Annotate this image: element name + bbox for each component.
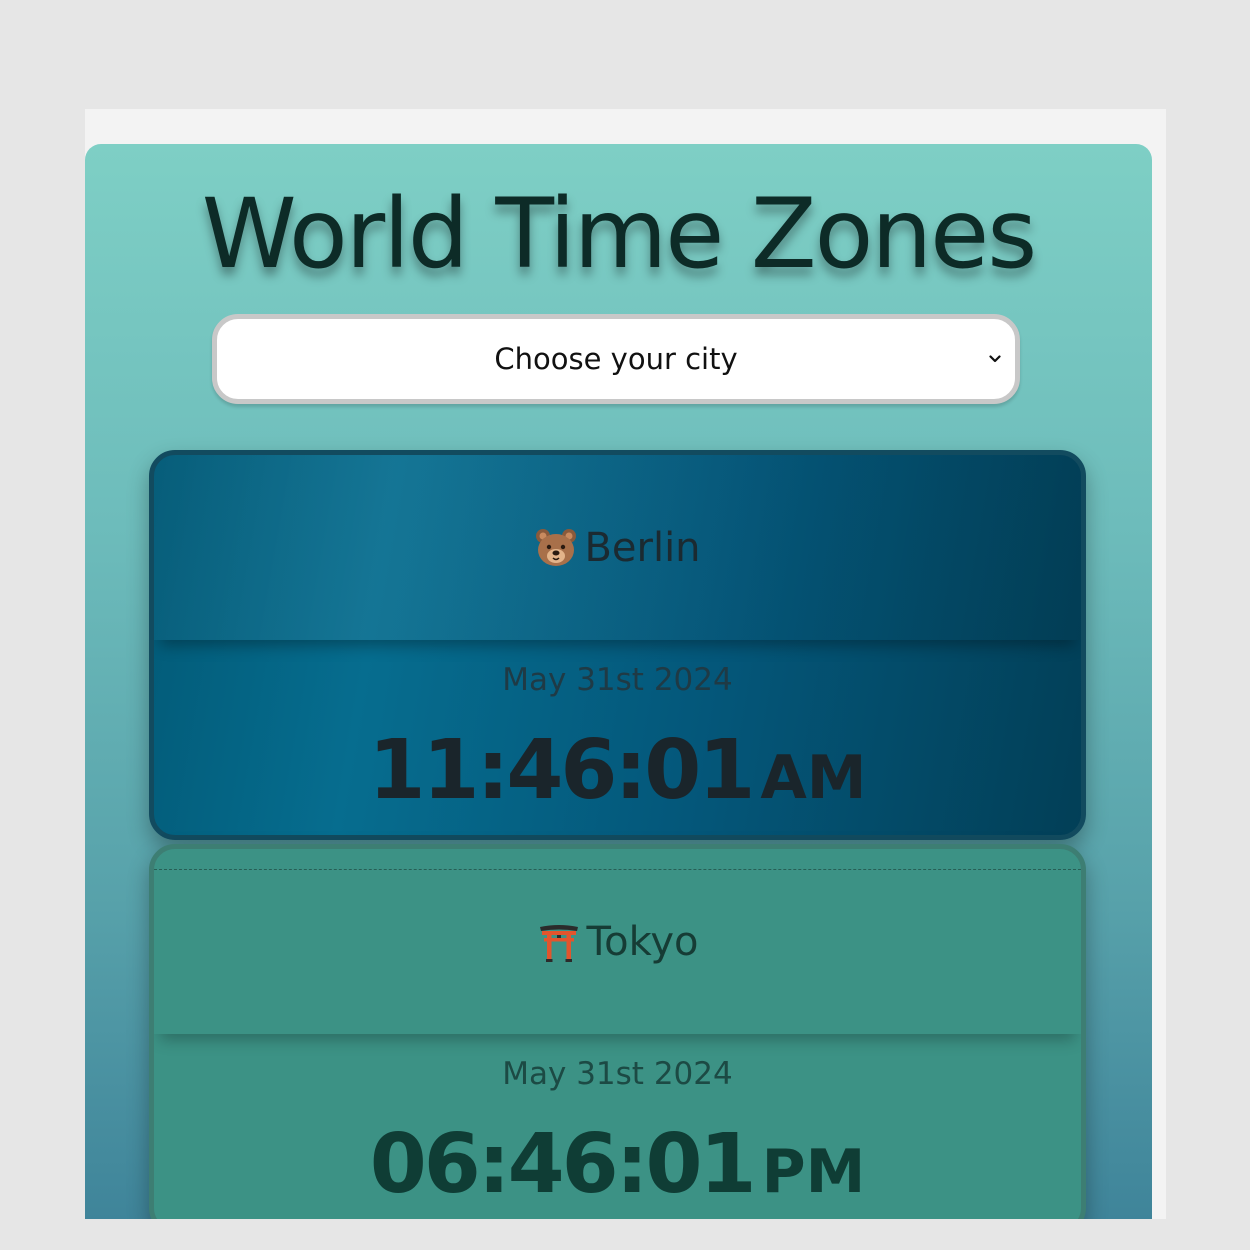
time-ampm: PM xyxy=(761,1137,866,1207)
city-name: Tokyo xyxy=(586,918,699,965)
card-header: Tokyo xyxy=(154,849,1081,1034)
card-header: Berlin xyxy=(154,455,1081,640)
torii-gate-icon xyxy=(539,924,578,962)
time-ampm: AM xyxy=(760,743,867,813)
city-name: Berlin xyxy=(584,524,701,571)
time-digits: 11:46:01 xyxy=(368,723,755,818)
page-title: World Time Zones xyxy=(201,178,1038,290)
city-time: 11:46:01 AM xyxy=(154,723,1081,818)
city-card-berlin[interactable]: Berlin May 31st 2024 11:46:01 AM xyxy=(149,450,1086,840)
time-digits: 06:46:01 xyxy=(369,1117,757,1212)
bear-face-icon xyxy=(536,528,577,566)
city-card-tokyo[interactable]: Tokyo May 31st 2024 06:46:01 PM xyxy=(149,844,1086,1219)
app-panel: World Time Zones Choose your city Berlin… xyxy=(85,144,1152,1219)
city-select-value: Choose your city xyxy=(494,342,738,376)
city-select-dropdown[interactable]: Choose your city xyxy=(212,314,1020,404)
city-date: May 31st 2024 xyxy=(502,1056,733,1092)
city-time: 06:46:01 PM xyxy=(154,1117,1081,1212)
browser-viewport: World Time Zones Choose your city Berlin… xyxy=(85,109,1166,1219)
city-date: May 31st 2024 xyxy=(502,662,733,698)
chevron-down-icon xyxy=(989,355,1001,363)
